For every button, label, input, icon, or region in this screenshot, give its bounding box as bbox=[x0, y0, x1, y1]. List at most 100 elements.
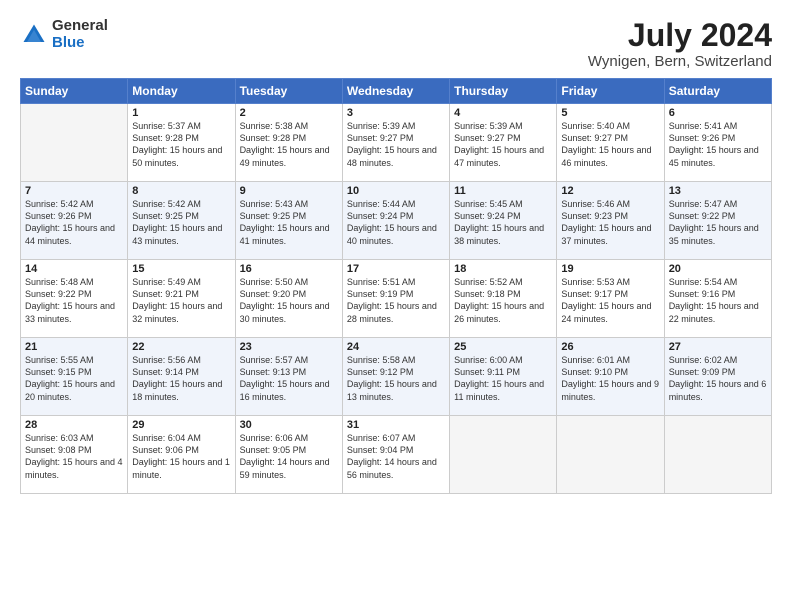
day-number: 28 bbox=[25, 419, 123, 431]
day-number: 12 bbox=[561, 185, 659, 197]
day-number: 18 bbox=[454, 263, 552, 275]
calendar-title: July 2024 bbox=[588, 18, 772, 53]
col-friday: Friday bbox=[557, 79, 664, 104]
day-number: 25 bbox=[454, 341, 552, 353]
day-info: Sunrise: 5:46 AMSunset: 9:23 PMDaylight:… bbox=[561, 199, 651, 245]
col-monday: Monday bbox=[128, 79, 235, 104]
calendar-day-cell: 8 Sunrise: 5:42 AMSunset: 9:25 PMDayligh… bbox=[128, 182, 235, 260]
header: General Blue July 2024 Wynigen, Bern, Sw… bbox=[20, 18, 772, 70]
calendar-day-cell bbox=[664, 416, 771, 494]
calendar-day-cell: 15 Sunrise: 5:49 AMSunset: 9:21 PMDaylig… bbox=[128, 260, 235, 338]
col-tuesday: Tuesday bbox=[235, 79, 342, 104]
calendar-day-cell: 22 Sunrise: 5:56 AMSunset: 9:14 PMDaylig… bbox=[128, 338, 235, 416]
day-info: Sunrise: 5:54 AMSunset: 9:16 PMDaylight:… bbox=[669, 277, 759, 323]
day-info: Sunrise: 5:49 AMSunset: 9:21 PMDaylight:… bbox=[132, 277, 222, 323]
day-number: 27 bbox=[669, 341, 767, 353]
day-info: Sunrise: 5:44 AMSunset: 9:24 PMDaylight:… bbox=[347, 199, 437, 245]
calendar-day-cell: 19 Sunrise: 5:53 AMSunset: 9:17 PMDaylig… bbox=[557, 260, 664, 338]
day-number: 16 bbox=[240, 263, 338, 275]
day-info: Sunrise: 5:37 AMSunset: 9:28 PMDaylight:… bbox=[132, 121, 222, 167]
calendar-day-cell: 5 Sunrise: 5:40 AMSunset: 9:27 PMDayligh… bbox=[557, 104, 664, 182]
day-number: 7 bbox=[25, 185, 123, 197]
calendar-subtitle: Wynigen, Bern, Switzerland bbox=[588, 53, 772, 70]
calendar-week-row: 21 Sunrise: 5:55 AMSunset: 9:15 PMDaylig… bbox=[21, 338, 772, 416]
day-info: Sunrise: 5:50 AMSunset: 9:20 PMDaylight:… bbox=[240, 277, 330, 323]
calendar-day-cell: 11 Sunrise: 5:45 AMSunset: 9:24 PMDaylig… bbox=[450, 182, 557, 260]
day-info: Sunrise: 5:58 AMSunset: 9:12 PMDaylight:… bbox=[347, 355, 437, 401]
day-info: Sunrise: 6:03 AMSunset: 9:08 PMDaylight:… bbox=[25, 433, 123, 479]
calendar-day-cell: 14 Sunrise: 5:48 AMSunset: 9:22 PMDaylig… bbox=[21, 260, 128, 338]
day-info: Sunrise: 5:43 AMSunset: 9:25 PMDaylight:… bbox=[240, 199, 330, 245]
calendar-day-cell: 7 Sunrise: 5:42 AMSunset: 9:26 PMDayligh… bbox=[21, 182, 128, 260]
day-number: 30 bbox=[240, 419, 338, 431]
day-number: 13 bbox=[669, 185, 767, 197]
calendar-week-row: 7 Sunrise: 5:42 AMSunset: 9:26 PMDayligh… bbox=[21, 182, 772, 260]
day-number: 17 bbox=[347, 263, 445, 275]
day-number: 15 bbox=[132, 263, 230, 275]
calendar-day-cell: 18 Sunrise: 5:52 AMSunset: 9:18 PMDaylig… bbox=[450, 260, 557, 338]
day-number: 2 bbox=[240, 107, 338, 119]
calendar-day-cell: 6 Sunrise: 5:41 AMSunset: 9:26 PMDayligh… bbox=[664, 104, 771, 182]
calendar-day-cell: 29 Sunrise: 6:04 AMSunset: 9:06 PMDaylig… bbox=[128, 416, 235, 494]
day-number: 23 bbox=[240, 341, 338, 353]
day-number: 14 bbox=[25, 263, 123, 275]
calendar-day-cell: 21 Sunrise: 5:55 AMSunset: 9:15 PMDaylig… bbox=[21, 338, 128, 416]
calendar-day-cell: 12 Sunrise: 5:46 AMSunset: 9:23 PMDaylig… bbox=[557, 182, 664, 260]
day-number: 4 bbox=[454, 107, 552, 119]
calendar-day-cell: 10 Sunrise: 5:44 AMSunset: 9:24 PMDaylig… bbox=[342, 182, 449, 260]
calendar-day-cell: 27 Sunrise: 6:02 AMSunset: 9:09 PMDaylig… bbox=[664, 338, 771, 416]
day-info: Sunrise: 6:07 AMSunset: 9:04 PMDaylight:… bbox=[347, 433, 437, 479]
col-thursday: Thursday bbox=[450, 79, 557, 104]
day-info: Sunrise: 5:38 AMSunset: 9:28 PMDaylight:… bbox=[240, 121, 330, 167]
col-sunday: Sunday bbox=[21, 79, 128, 104]
day-info: Sunrise: 5:56 AMSunset: 9:14 PMDaylight:… bbox=[132, 355, 222, 401]
day-info: Sunrise: 5:55 AMSunset: 9:15 PMDaylight:… bbox=[25, 355, 115, 401]
day-info: Sunrise: 5:41 AMSunset: 9:26 PMDaylight:… bbox=[669, 121, 759, 167]
day-number: 11 bbox=[454, 185, 552, 197]
calendar-day-cell: 1 Sunrise: 5:37 AMSunset: 9:28 PMDayligh… bbox=[128, 104, 235, 182]
calendar-day-cell: 20 Sunrise: 5:54 AMSunset: 9:16 PMDaylig… bbox=[664, 260, 771, 338]
day-info: Sunrise: 5:57 AMSunset: 9:13 PMDaylight:… bbox=[240, 355, 330, 401]
day-number: 9 bbox=[240, 185, 338, 197]
day-info: Sunrise: 5:42 AMSunset: 9:26 PMDaylight:… bbox=[25, 199, 115, 245]
day-info: Sunrise: 6:00 AMSunset: 9:11 PMDaylight:… bbox=[454, 355, 544, 401]
col-wednesday: Wednesday bbox=[342, 79, 449, 104]
col-saturday: Saturday bbox=[664, 79, 771, 104]
day-info: Sunrise: 6:06 AMSunset: 9:05 PMDaylight:… bbox=[240, 433, 330, 479]
day-number: 29 bbox=[132, 419, 230, 431]
day-number: 24 bbox=[347, 341, 445, 353]
day-number: 1 bbox=[132, 107, 230, 119]
calendar-week-row: 1 Sunrise: 5:37 AMSunset: 9:28 PMDayligh… bbox=[21, 104, 772, 182]
calendar-day-cell: 24 Sunrise: 5:58 AMSunset: 9:12 PMDaylig… bbox=[342, 338, 449, 416]
logo-blue-text: Blue bbox=[52, 34, 85, 51]
day-number: 20 bbox=[669, 263, 767, 275]
calendar-day-cell: 31 Sunrise: 6:07 AMSunset: 9:04 PMDaylig… bbox=[342, 416, 449, 494]
calendar-day-cell: 9 Sunrise: 5:43 AMSunset: 9:25 PMDayligh… bbox=[235, 182, 342, 260]
day-info: Sunrise: 6:02 AMSunset: 9:09 PMDaylight:… bbox=[669, 355, 767, 401]
calendar-day-cell: 2 Sunrise: 5:38 AMSunset: 9:28 PMDayligh… bbox=[235, 104, 342, 182]
day-number: 6 bbox=[669, 107, 767, 119]
calendar-day-cell bbox=[21, 104, 128, 182]
calendar-table: Sunday Monday Tuesday Wednesday Thursday… bbox=[20, 78, 772, 494]
calendar-day-cell: 13 Sunrise: 5:47 AMSunset: 9:22 PMDaylig… bbox=[664, 182, 771, 260]
page: General Blue July 2024 Wynigen, Bern, Sw… bbox=[0, 0, 792, 612]
day-info: Sunrise: 5:48 AMSunset: 9:22 PMDaylight:… bbox=[25, 277, 115, 323]
day-number: 8 bbox=[132, 185, 230, 197]
day-number: 10 bbox=[347, 185, 445, 197]
day-info: Sunrise: 6:01 AMSunset: 9:10 PMDaylight:… bbox=[561, 355, 659, 401]
calendar-day-cell: 3 Sunrise: 5:39 AMSunset: 9:27 PMDayligh… bbox=[342, 104, 449, 182]
day-info: Sunrise: 5:52 AMSunset: 9:18 PMDaylight:… bbox=[454, 277, 544, 323]
calendar-day-cell: 26 Sunrise: 6:01 AMSunset: 9:10 PMDaylig… bbox=[557, 338, 664, 416]
day-number: 26 bbox=[561, 341, 659, 353]
day-number: 21 bbox=[25, 341, 123, 353]
day-number: 3 bbox=[347, 107, 445, 119]
day-number: 31 bbox=[347, 419, 445, 431]
day-number: 19 bbox=[561, 263, 659, 275]
calendar-day-cell: 28 Sunrise: 6:03 AMSunset: 9:08 PMDaylig… bbox=[21, 416, 128, 494]
day-info: Sunrise: 5:53 AMSunset: 9:17 PMDaylight:… bbox=[561, 277, 651, 323]
calendar-day-cell: 17 Sunrise: 5:51 AMSunset: 9:19 PMDaylig… bbox=[342, 260, 449, 338]
calendar-day-cell: 23 Sunrise: 5:57 AMSunset: 9:13 PMDaylig… bbox=[235, 338, 342, 416]
calendar-week-row: 14 Sunrise: 5:48 AMSunset: 9:22 PMDaylig… bbox=[21, 260, 772, 338]
logo-text: General Blue bbox=[52, 18, 108, 51]
calendar-day-cell: 4 Sunrise: 5:39 AMSunset: 9:27 PMDayligh… bbox=[450, 104, 557, 182]
